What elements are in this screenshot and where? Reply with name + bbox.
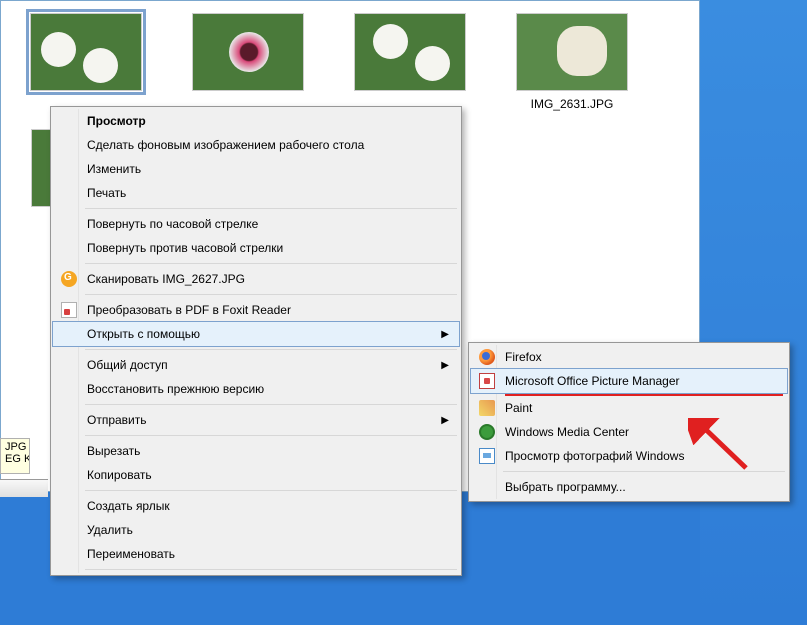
wmc-icon xyxy=(479,424,495,440)
context-menu: Просмотр Сделать фоновым изображением раб… xyxy=(50,106,462,576)
menu-separator xyxy=(85,569,457,570)
context-menu-item[interactable]: Восстановить прежнюю версию xyxy=(53,377,459,401)
menu-item-label: Создать ярлык xyxy=(87,499,170,513)
menu-item-label: Копировать xyxy=(87,468,152,482)
context-menu-item[interactable]: Повернуть против часовой стрелки xyxy=(53,236,459,260)
menu-item-label: Выбрать программу... xyxy=(505,480,626,494)
menu-separator xyxy=(85,435,457,436)
menu-separator xyxy=(503,471,785,472)
context-menu-item[interactable]: Отправить ▶ xyxy=(53,408,459,432)
submenu-item[interactable]: Microsoft Office Picture Manager xyxy=(471,369,787,393)
menu-item-label: Преобразовать в PDF в Foxit Reader xyxy=(87,303,291,317)
menu-separator xyxy=(85,404,457,405)
thumbnail-item-partial[interactable] xyxy=(31,129,51,207)
menu-item-label: Восстановить прежнюю версию xyxy=(87,382,264,396)
context-menu-item[interactable]: Копировать xyxy=(53,463,459,487)
firefox-icon xyxy=(479,349,495,365)
menu-item-label: Вырезать xyxy=(87,444,140,458)
context-menu-item[interactable]: Изменить xyxy=(53,157,459,181)
menu-item-label: Просмотр xyxy=(87,114,146,128)
chevron-right-icon: ▶ xyxy=(441,360,449,371)
context-menu-item[interactable]: Сделать фоновым изображением рабочего ст… xyxy=(53,133,459,157)
menu-item-label: Удалить xyxy=(87,523,133,537)
context-menu-item[interactable]: Повернуть по часовой стрелке xyxy=(53,212,459,236)
menu-item-label: Сканировать IMG_2627.JPG xyxy=(87,272,245,286)
context-menu-item[interactable]: Сканировать IMG_2627.JPG xyxy=(53,267,459,291)
menu-item-label: Открыть с помощью xyxy=(87,327,200,341)
photo-icon xyxy=(479,448,495,464)
mspm-icon xyxy=(479,373,495,389)
menu-item-label: Общий доступ xyxy=(87,358,168,372)
menu-item-label: Отправить xyxy=(87,413,147,427)
submenu-item[interactable]: Выбрать программу... xyxy=(471,475,787,499)
scan-icon xyxy=(61,271,77,287)
submenu-item[interactable]: Paint xyxy=(471,396,787,420)
menu-item-label: Firefox xyxy=(505,350,542,364)
thumbnail-image[interactable] xyxy=(30,13,142,91)
menu-item-label: Повернуть по часовой стрелке xyxy=(87,217,258,231)
file-info-tooltip: JPG EG K xyxy=(0,438,30,474)
context-menu-item[interactable]: Печать xyxy=(53,181,459,205)
menu-item-label: Повернуть против часовой стрелки xyxy=(87,241,283,255)
menu-item-label: Переименовать xyxy=(87,547,175,561)
thumbnail-image[interactable] xyxy=(516,13,628,91)
submenu-item[interactable]: Windows Media Center xyxy=(471,420,787,444)
context-menu-item[interactable]: Просмотр xyxy=(53,109,459,133)
context-menu-item[interactable]: Удалить xyxy=(53,518,459,542)
menu-item-label: Microsoft Office Picture Manager xyxy=(505,374,680,388)
thumbnail-image[interactable] xyxy=(354,13,466,91)
context-submenu-open-with: Firefox Microsoft Office Picture Manager P… xyxy=(468,342,790,502)
menu-separator xyxy=(85,263,457,264)
menu-item-label: Сделать фоновым изображением рабочего ст… xyxy=(87,138,364,152)
menu-separator xyxy=(85,294,457,295)
submenu-item[interactable]: Firefox xyxy=(471,345,787,369)
thumbnail-grid: IMG_2631.JPG xyxy=(1,1,699,123)
menu-item-label: Просмотр фотографий Windows xyxy=(505,449,684,463)
pdf-icon xyxy=(61,302,77,318)
thumbnail-item[interactable]: IMG_2631.JPG xyxy=(517,13,627,111)
chevron-right-icon: ▶ xyxy=(441,415,449,426)
thumbnail-item[interactable] xyxy=(31,13,141,111)
paint-icon xyxy=(479,400,495,416)
submenu-item[interactable]: Просмотр фотографий Windows xyxy=(471,444,787,468)
taskbar-fragment xyxy=(0,479,48,497)
tooltip-line: EG K xyxy=(5,453,25,465)
context-menu-item[interactable]: Вырезать xyxy=(53,439,459,463)
context-menu-item[interactable]: Создать ярлык xyxy=(53,494,459,518)
menu-item-label: Paint xyxy=(505,401,532,415)
menu-separator xyxy=(85,208,457,209)
menu-item-label: Печать xyxy=(87,186,126,200)
thumbnail-item[interactable] xyxy=(355,13,465,111)
menu-item-label: Windows Media Center xyxy=(505,425,629,439)
context-menu-item[interactable]: Переименовать xyxy=(53,542,459,566)
context-menu-item[interactable]: Общий доступ ▶ xyxy=(53,353,459,377)
context-menu-item[interactable]: Открыть с помощью ▶ xyxy=(53,322,459,346)
tooltip-line: JPG xyxy=(5,441,25,453)
thumbnail-image[interactable] xyxy=(192,13,304,91)
thumbnail-item[interactable] xyxy=(193,13,303,111)
menu-separator xyxy=(85,490,457,491)
chevron-right-icon: ▶ xyxy=(441,329,449,340)
context-menu-item[interactable]: Преобразовать в PDF в Foxit Reader xyxy=(53,298,459,322)
menu-separator xyxy=(85,349,457,350)
menu-item-label: Изменить xyxy=(87,162,141,176)
desktop-background xyxy=(700,0,807,625)
thumbnail-label: IMG_2631.JPG xyxy=(531,97,614,111)
